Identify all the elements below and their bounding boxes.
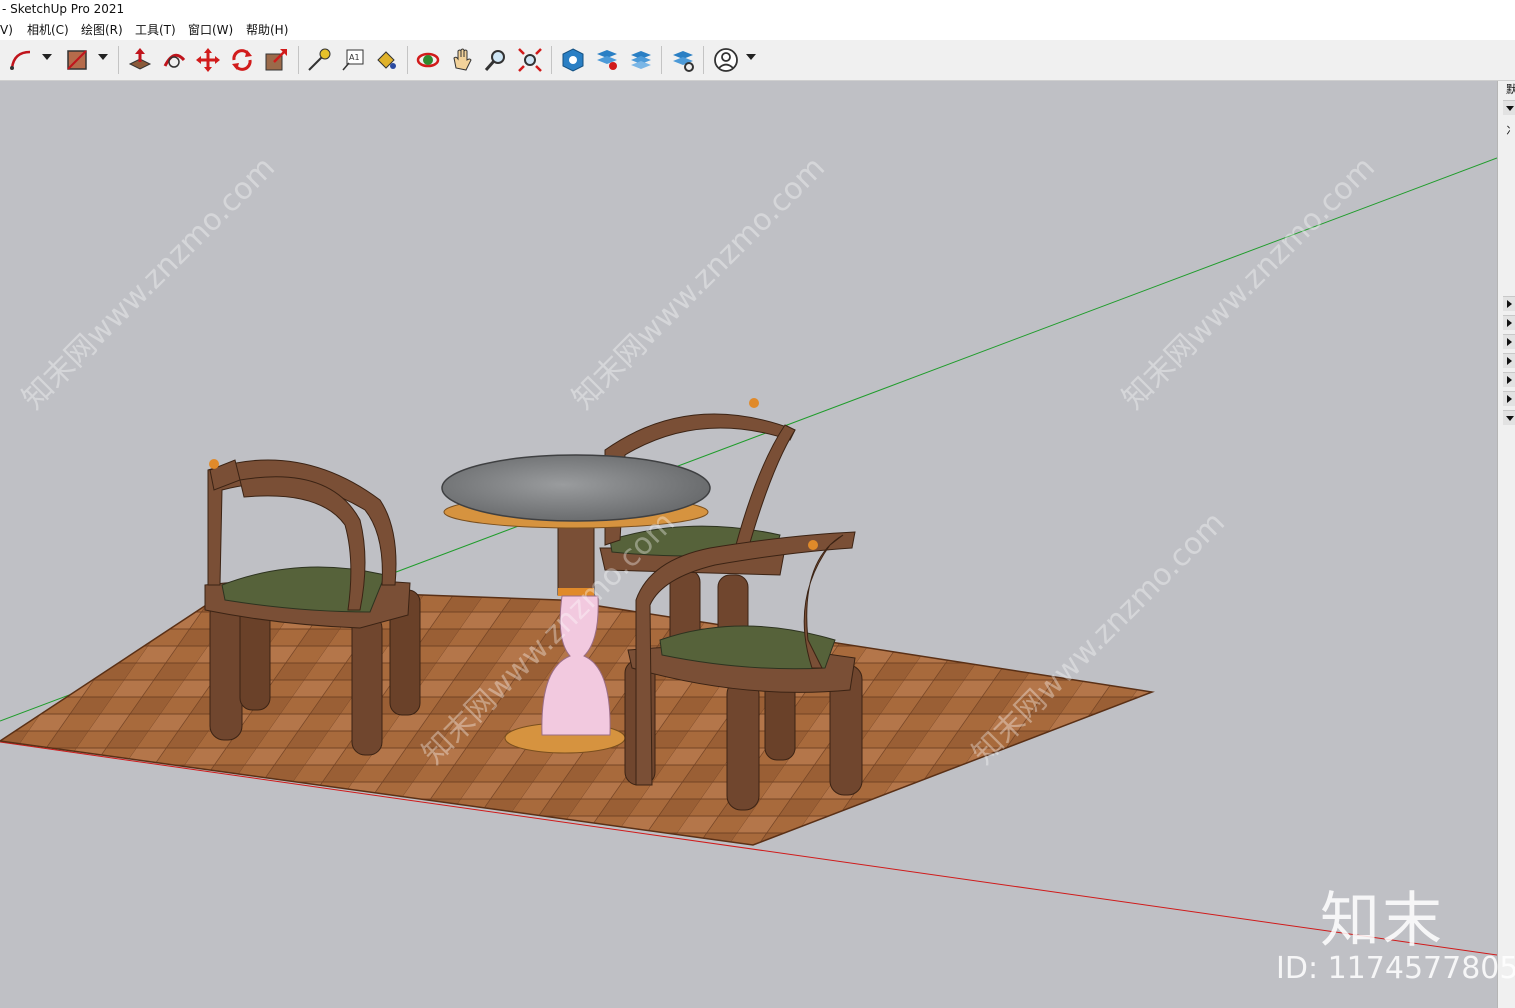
tags-icon[interactable] xyxy=(593,46,621,74)
chevron-right-icon xyxy=(1507,395,1512,403)
zoom-extents-icon[interactable] xyxy=(516,46,544,74)
menu-view[interactable]: V) xyxy=(0,20,13,40)
chevron-right-icon xyxy=(1507,357,1512,365)
tray-subheader-label: 冫 xyxy=(1506,124,1515,137)
follow-me-icon[interactable] xyxy=(160,46,188,74)
model-viewport[interactable]: 知末网www.znzmo.com 知末网www.znzmo.com 知末网www… xyxy=(0,81,1497,1008)
tray-collapse-button[interactable] xyxy=(1503,100,1515,115)
push-pull-icon[interactable] xyxy=(126,46,154,74)
window-title-bar: - SketchUp Pro 2021 xyxy=(0,0,1515,20)
brand-watermark-logo: 知末 xyxy=(1320,886,1444,956)
svg-text:A1: A1 xyxy=(349,53,360,62)
chevron-right-icon xyxy=(1507,300,1512,308)
main-toolbar: A1 xyxy=(0,40,1515,81)
menu-bar: V) 相机(C) 绘图(R) 工具(T) 窗口(W) 帮助(H) xyxy=(0,20,1515,40)
shape-icon[interactable] xyxy=(63,46,91,74)
arc-icon[interactable] xyxy=(8,46,36,74)
chevron-right-icon xyxy=(1507,376,1512,384)
tape-measure-icon[interactable] xyxy=(305,46,333,74)
tray-panel-expander[interactable] xyxy=(1503,334,1515,349)
tray-panel-expander[interactable] xyxy=(1503,353,1515,368)
tray-panel-expander[interactable] xyxy=(1503,391,1515,406)
image-id-label: ID: 1174577805 xyxy=(1276,951,1515,986)
chevron-right-icon xyxy=(1507,338,1512,346)
tray-panel-expander[interactable] xyxy=(1503,372,1515,387)
tray-panel-expander[interactable] xyxy=(1503,296,1515,311)
menu-draw[interactable]: 绘图(R) xyxy=(81,20,123,40)
chevron-down-icon xyxy=(1506,416,1514,421)
window-title: - SketchUp Pro 2021 xyxy=(2,2,125,16)
menu-help[interactable]: 帮助(H) xyxy=(246,20,288,40)
rotate-icon[interactable] xyxy=(228,46,256,74)
chevron-down-icon xyxy=(1506,106,1514,111)
arc-dropdown-icon[interactable] xyxy=(42,54,52,60)
tray-panel-expander[interactable] xyxy=(1503,315,1515,330)
menu-tools[interactable]: 工具(T) xyxy=(135,20,176,40)
layers-icon[interactable] xyxy=(627,46,655,74)
3d-scene xyxy=(0,157,1497,956)
menu-window[interactable]: 窗口(W) xyxy=(188,20,233,40)
shape-dropdown-icon[interactable] xyxy=(98,54,108,60)
zoom-icon[interactable] xyxy=(482,46,510,74)
chevron-right-icon xyxy=(1507,319,1512,327)
tray-panel-expander[interactable] xyxy=(1503,410,1515,425)
orbit-icon[interactable] xyxy=(414,46,442,74)
text-icon[interactable]: A1 xyxy=(339,46,367,74)
pan-icon[interactable] xyxy=(448,46,476,74)
tray-header-label: 默 xyxy=(1506,83,1515,96)
scale-icon[interactable] xyxy=(262,46,290,74)
account-dropdown-icon[interactable] xyxy=(746,54,756,60)
model-info-icon[interactable] xyxy=(559,46,587,74)
account-icon[interactable] xyxy=(712,46,740,74)
paint-bucket-icon[interactable] xyxy=(372,46,400,74)
move-icon[interactable] xyxy=(194,46,222,74)
settings-icon[interactable] xyxy=(669,46,697,74)
default-tray-panel: 默 冫 xyxy=(1497,81,1515,1008)
menu-camera[interactable]: 相机(C) xyxy=(27,20,69,40)
